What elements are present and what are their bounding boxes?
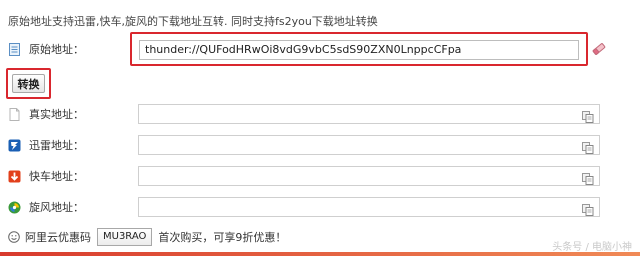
xuanfeng-address-label: 旋风地址： bbox=[29, 201, 84, 214]
promo-code-button[interactable]: MU3RAO bbox=[97, 228, 153, 246]
promo-line: 阿里云优惠码 MU3RAO 首次购买，可享9折优惠！ bbox=[8, 228, 286, 246]
smile-icon bbox=[8, 231, 20, 243]
bottom-accent-bar bbox=[0, 252, 640, 256]
original-address-input[interactable]: thunder://QUFodHRwOi8vdG9vbC5sdS90ZXN0Ln… bbox=[139, 40, 579, 60]
promo-suffix: 首次购买，可享9折优惠！ bbox=[158, 231, 287, 244]
xuanfeng-address-field[interactable] bbox=[138, 197, 600, 217]
real-address-label-row: 真实地址： bbox=[8, 104, 84, 124]
thunder-address-label: 迅雷地址： bbox=[29, 139, 84, 152]
xuanfeng-address-label-row: 旋风地址： bbox=[8, 197, 84, 217]
blank-page-icon bbox=[8, 107, 21, 121]
real-address-field[interactable] bbox=[138, 104, 600, 124]
convert-button[interactable]: 转换 bbox=[12, 74, 45, 93]
original-address-label: 原始地址： bbox=[29, 43, 84, 56]
thunder-icon bbox=[8, 139, 21, 152]
flashget-address-label-row: 快车地址： bbox=[8, 166, 84, 186]
original-address-highlight: thunder://QUFodHRwOi8vdG9vbC5sdS90ZXN0Ln… bbox=[130, 32, 588, 66]
thunder-address-label-row: 迅雷地址： bbox=[8, 135, 84, 155]
copy-icon[interactable] bbox=[582, 139, 594, 154]
flashget-address-label: 快车地址： bbox=[29, 170, 84, 183]
intro-text: 原始地址支持迅雷,快车,旋风的下载地址互转. 同时支持fs2you下载地址转换 bbox=[8, 15, 378, 28]
copy-icon[interactable] bbox=[582, 108, 594, 123]
qqxuanfeng-icon bbox=[8, 201, 21, 214]
original-address-label-row: 原始地址： bbox=[8, 39, 84, 59]
convert-button-highlight: 转换 bbox=[6, 68, 51, 99]
promo-prefix: 阿里云优惠码 bbox=[25, 231, 91, 244]
eraser-icon[interactable] bbox=[592, 41, 606, 55]
real-address-label: 真实地址： bbox=[29, 108, 84, 121]
thunder-address-field[interactable] bbox=[138, 135, 600, 155]
flashget-icon bbox=[8, 170, 21, 183]
copy-icon[interactable] bbox=[582, 170, 594, 185]
document-icon bbox=[8, 42, 21, 56]
watermark: 头条号 / 电脑小神 bbox=[552, 242, 632, 253]
flashget-address-field[interactable] bbox=[138, 166, 600, 186]
copy-icon[interactable] bbox=[582, 201, 594, 216]
